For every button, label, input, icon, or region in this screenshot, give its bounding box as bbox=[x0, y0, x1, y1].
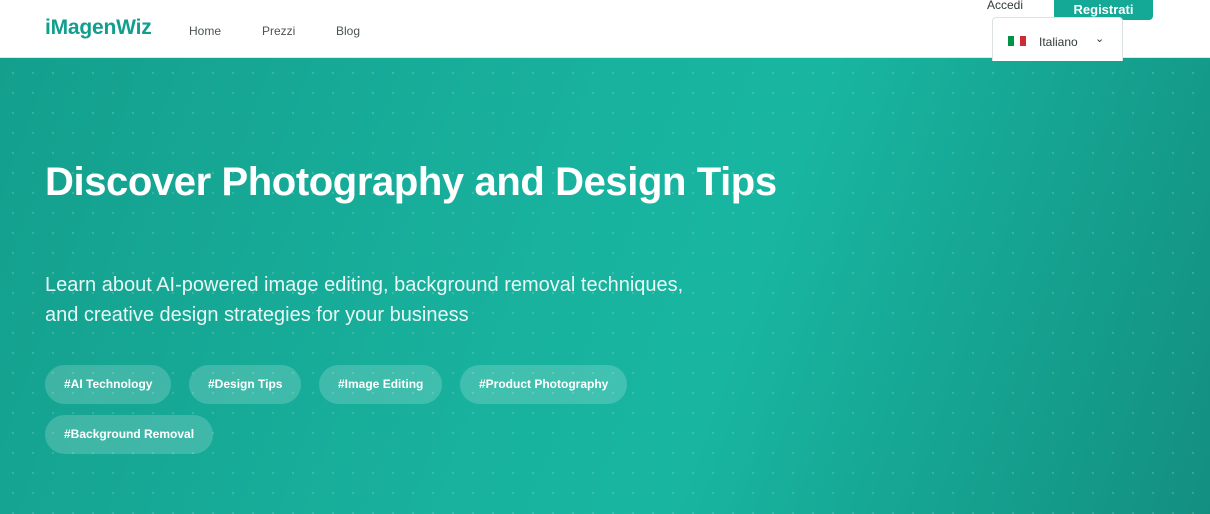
nav-link-home[interactable]: Home bbox=[189, 24, 221, 38]
language-label: Italiano bbox=[1039, 35, 1078, 49]
nav-link-prezzi[interactable]: Prezzi bbox=[262, 24, 295, 38]
tag-image-editing[interactable]: #Image Editing bbox=[319, 365, 443, 404]
nav-link-blog[interactable]: Blog bbox=[336, 24, 360, 38]
italy-flag-icon bbox=[1008, 36, 1026, 46]
hero-subtitle: Learn about AI-powered image editing, ba… bbox=[45, 274, 684, 326]
tag-background-removal[interactable]: #Background Removal bbox=[45, 415, 214, 454]
top-navigation-bar: iMagenWiz Home Prezzi Blog Accedi Regist… bbox=[0, 0, 1210, 61]
tag-ai-technology[interactable]: #AI Technology bbox=[45, 365, 172, 404]
hero-title: Discover Photography and Design Tips bbox=[45, 160, 777, 204]
tag-product-photography[interactable]: #Product Photography bbox=[460, 365, 628, 404]
login-link[interactable]: Accedi bbox=[987, 0, 1023, 12]
tag-design-tips[interactable]: #Design Tips bbox=[189, 365, 302, 404]
chevron-down-icon: ⌄ bbox=[1095, 33, 1105, 45]
language-selector[interactable]: Italiano ⌄ bbox=[992, 17, 1123, 61]
hero-section: Discover Photography and Design Tips Lea… bbox=[0, 58, 1210, 514]
logo[interactable]: iMagenWiz bbox=[45, 16, 152, 40]
